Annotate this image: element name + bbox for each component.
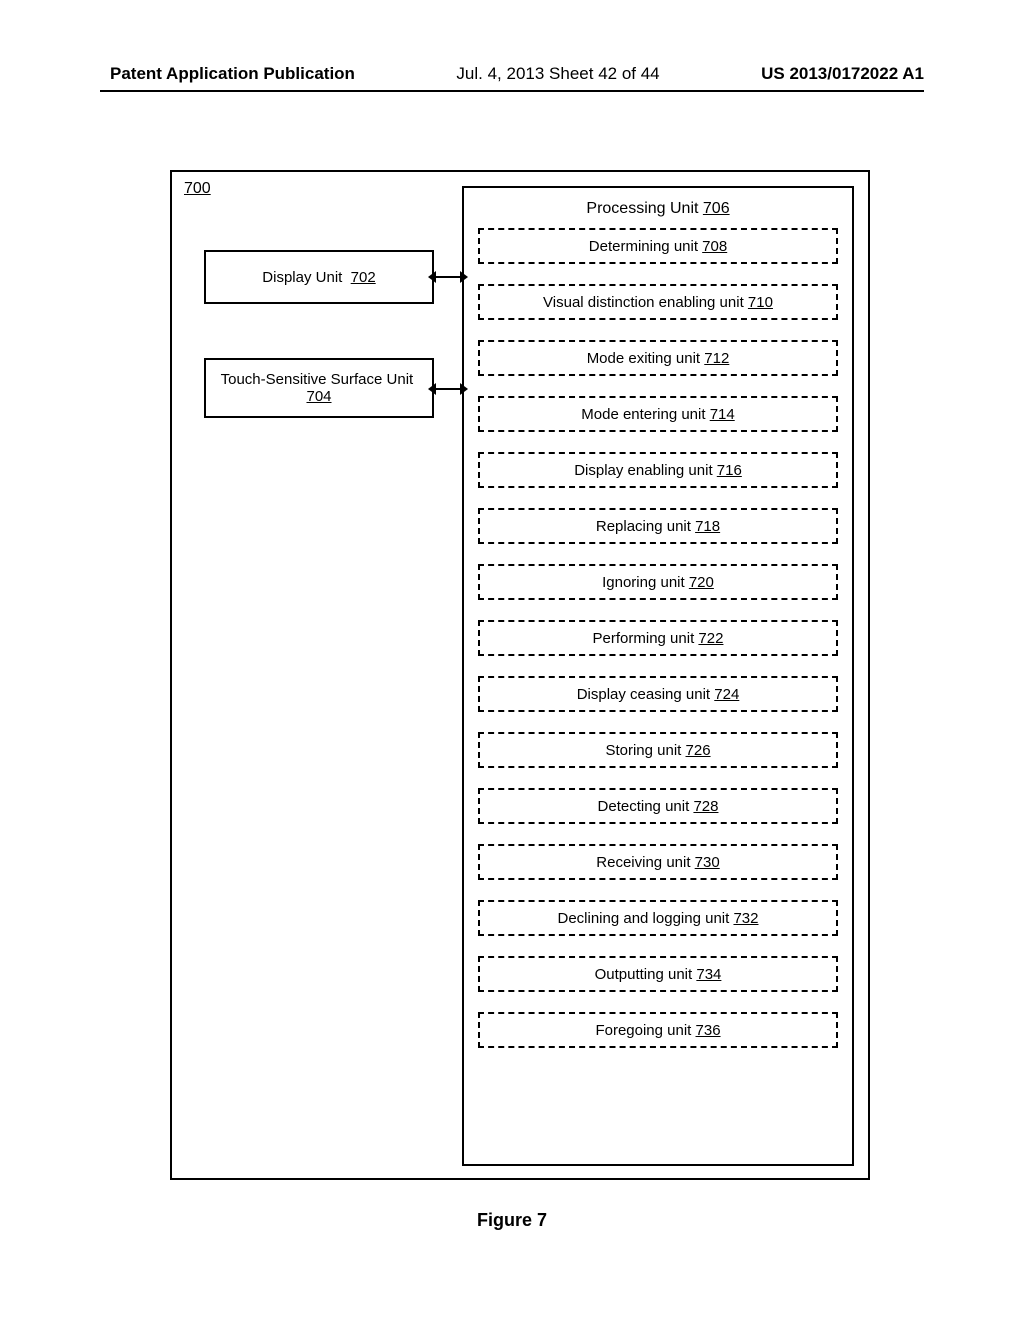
sub-unit-label: Detecting unit	[598, 798, 690, 815]
device-box: 700 Display Unit 702 Touch-Sensitive Sur…	[170, 170, 870, 1180]
display-unit-number: 702	[351, 269, 376, 286]
sub-unit-label: Display enabling unit	[574, 462, 712, 479]
sub-unit-number: 722	[698, 630, 723, 647]
sub-unit: Display enabling unit 716	[478, 452, 838, 488]
sub-unit-number: 736	[696, 1022, 721, 1039]
page: Patent Application Publication Jul. 4, 2…	[0, 0, 1024, 1320]
sub-unit-label: Foregoing unit	[595, 1022, 691, 1039]
sub-unit: Receiving unit 730	[478, 844, 838, 880]
sub-unit-number: 714	[710, 406, 735, 423]
sub-unit-number: 712	[704, 350, 729, 367]
sub-unit: Mode exiting unit 712	[478, 340, 838, 376]
sub-unit: Foregoing unit 736	[478, 1012, 838, 1048]
sub-unit-number: 710	[748, 294, 773, 311]
figure-caption: Figure 7	[0, 1210, 1024, 1231]
sub-unit-number: 726	[686, 742, 711, 759]
sub-unit-number: 730	[695, 854, 720, 871]
header-right: US 2013/0172022 A1	[761, 64, 924, 84]
touch-surface-unit-box: Touch-Sensitive Surface Unit 704	[204, 358, 434, 418]
display-unit-label: Display Unit	[262, 269, 342, 286]
sub-unit-number: 728	[693, 798, 718, 815]
page-header: Patent Application Publication Jul. 4, 2…	[110, 64, 924, 84]
sub-unit: Display ceasing unit 724	[478, 676, 838, 712]
sub-unit-label: Ignoring unit	[602, 574, 685, 591]
touch-surface-unit-number: 704	[306, 388, 331, 405]
sub-unit-label: Outputting unit	[595, 966, 693, 983]
sub-unit-label: Replacing unit	[596, 518, 691, 535]
sub-unit: Replacing unit 718	[478, 508, 838, 544]
sub-unit: Outputting unit 734	[478, 956, 838, 992]
sub-unit-number: 734	[696, 966, 721, 983]
sub-unit: Mode entering unit 714	[478, 396, 838, 432]
sub-unit-label: Display ceasing unit	[577, 686, 710, 703]
figure-reference-number: 700	[184, 180, 211, 198]
processing-unit-number: 706	[703, 200, 730, 217]
sub-unit-label: Performing unit	[593, 630, 695, 647]
connector-arrow-display	[436, 276, 460, 278]
sub-unit: Ignoring unit 720	[478, 564, 838, 600]
sub-unit: Performing unit 722	[478, 620, 838, 656]
sub-unit-label: Mode exiting unit	[587, 350, 700, 367]
processing-unit-label: Processing Unit	[586, 200, 698, 217]
header-mid: Jul. 4, 2013 Sheet 42 of 44	[456, 64, 659, 84]
processing-unit-title: Processing Unit 706	[478, 200, 838, 218]
header-rule	[100, 90, 924, 92]
sub-unit-number: 732	[733, 910, 758, 927]
sub-unit-label: Storing unit	[605, 742, 681, 759]
sub-unit: Storing unit 726	[478, 732, 838, 768]
sub-unit: Declining and logging unit 732	[478, 900, 838, 936]
sub-unit: Determining unit 708	[478, 228, 838, 264]
processing-unit-box: Processing Unit 706 Determining unit 708…	[462, 186, 854, 1166]
sub-unit: Visual distinction enabling unit 710	[478, 284, 838, 320]
connector-arrow-touch	[436, 388, 460, 390]
sub-unit-label: Receiving unit	[596, 854, 690, 871]
sub-unit-number: 718	[695, 518, 720, 535]
sub-unit: Detecting unit 728	[478, 788, 838, 824]
sub-unit-number: 720	[689, 574, 714, 591]
sub-unit-label: Determining unit	[589, 238, 698, 255]
sub-unit-label: Mode entering unit	[581, 406, 705, 423]
display-unit-box: Display Unit 702	[204, 250, 434, 304]
sub-unit-label: Visual distinction enabling unit	[543, 294, 744, 311]
sub-unit-number: 724	[714, 686, 739, 703]
touch-surface-unit-label: Touch-Sensitive Surface Unit	[221, 371, 414, 388]
sub-unit-label: Declining and logging unit	[558, 910, 730, 927]
header-left: Patent Application Publication	[110, 64, 355, 84]
sub-unit-number: 708	[702, 238, 727, 255]
sub-unit-number: 716	[717, 462, 742, 479]
